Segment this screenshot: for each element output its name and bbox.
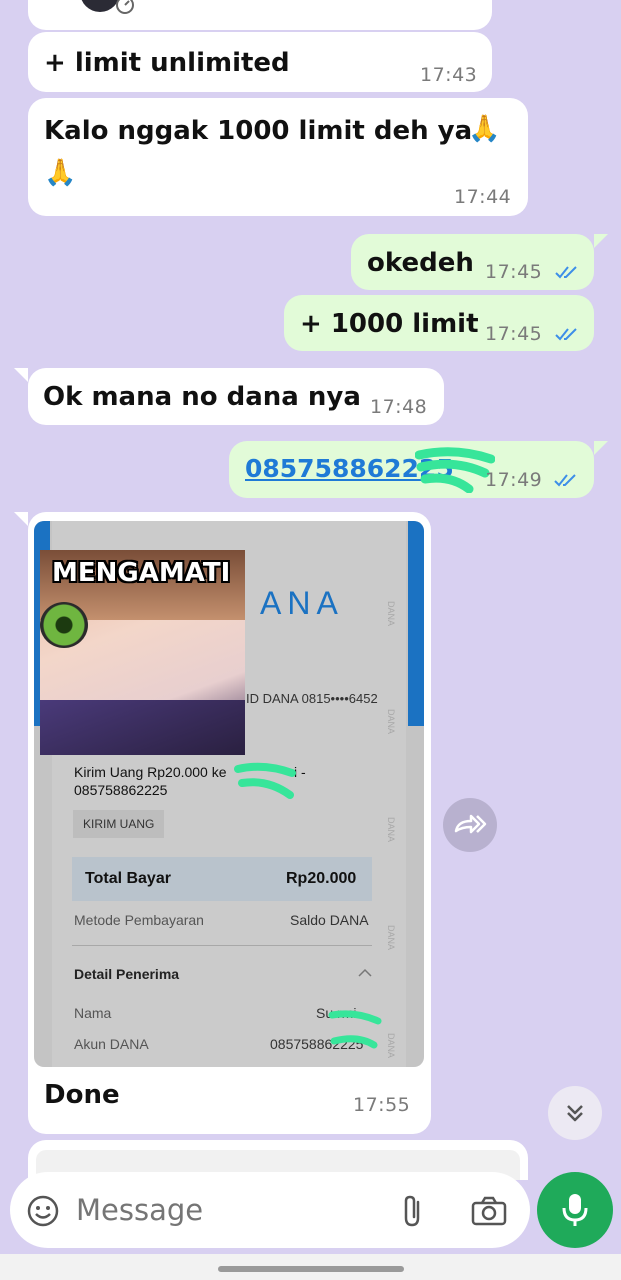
message-time: 17:45 [485,261,543,283]
double-check-icon [555,328,577,341]
bubble-tail [594,234,608,248]
dana-logo: ANA [260,585,344,621]
scroll-to-bottom-button[interactable] [548,1086,602,1140]
message-bubble-partial[interactable] [28,0,492,30]
receipt-id-line: ID DANA 0815••••6452 [246,691,378,706]
double-check-icon [555,266,577,279]
receipt-method-label: Metode Pembayaran [74,912,204,928]
message-time: 17:55 [353,1094,411,1116]
double-chevron-down-icon [567,1105,583,1122]
message-bubble-incoming[interactable]: + limit unlimited 17:43 [28,32,492,92]
message-bubble-outgoing[interactable]: okedeh 17:45 [351,234,594,290]
message-time: 17:43 [420,64,478,86]
sticker-collar [40,700,245,755]
message-time: 17:44 [454,186,512,208]
paperclip-icon[interactable] [400,1194,426,1228]
receipt-total-value: Rp20.000 [286,870,357,887]
message-bubble-outgoing[interactable]: + 1000 limit 17:45 [284,295,594,351]
timer-icon [116,0,134,14]
pray-emoji: 🙏 [468,114,501,144]
home-indicator[interactable] [218,1266,404,1272]
receipt-transfer-line: Kirim Uang Rp20.000 ke [74,764,227,780]
receipt-method-value: Saldo DANA [290,912,369,928]
message-text: Kalo nggak 1000 limit deh ya [44,116,473,146]
message-text: + limit unlimited [44,48,290,78]
receipt-divider [72,945,372,946]
message-time: 17:49 [485,469,543,491]
double-check-icon [554,474,576,487]
message-composer[interactable] [10,1172,530,1248]
sticker-caption: MENGAMATI [52,558,231,588]
receipt-watermark: DANA DANA DANA DANA DANA [386,601,396,1059]
message-text: Ok mana no dana nya [43,382,361,412]
image-caption: Done [44,1080,120,1110]
mic-button[interactable] [537,1172,613,1248]
pray-emoji: 🙏 [44,158,77,188]
receipt-account-label: Akun DANA [74,1036,149,1052]
message-text: + 1000 limit [300,309,479,339]
bubble-tail [14,368,28,382]
receipt-name-label: Nama [74,1005,112,1021]
sticker-eye [40,602,88,648]
message-bubble-incoming[interactable]: Ok mana no dana nya 17:48 [28,368,444,425]
redaction-scribble [234,762,296,799]
mic-icon [562,1194,588,1226]
message-bubble-incoming[interactable]: Kalo nggak 1000 limit deh ya 🙏 🙏 17:44 [28,98,528,216]
redaction-scribble [415,447,495,493]
redaction-scribble [328,1010,382,1049]
receipt-total-label: Total Bayar [85,870,171,887]
receipt-tag: KIRIM UANG [73,810,165,838]
chevron-up-icon [358,968,372,977]
receipt-transfer-number: 085758862225 [74,782,168,798]
sticker-image: MENGAMATI [40,550,245,755]
receipt-accent-bar [408,521,424,726]
message-input[interactable] [76,1190,376,1230]
emoji-icon[interactable] [26,1194,60,1228]
message-time: 17:45 [485,323,543,345]
forward-icon [454,814,487,834]
camera-icon[interactable] [471,1196,507,1226]
bubble-tail [594,441,608,455]
message-bubble-outgoing[interactable]: 085758862225 17:49 [229,441,594,498]
message-text: okedeh [367,248,474,278]
message-time: 17:48 [370,396,428,418]
forward-button[interactable] [443,798,497,852]
receipt-recipient-title: Detail Penerima [74,966,180,982]
bubble-tail [14,512,28,526]
